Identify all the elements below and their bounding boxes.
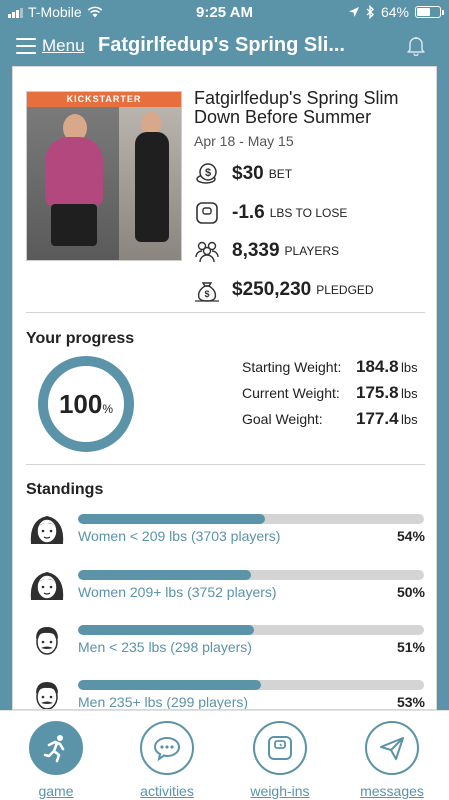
challenge-photo[interactable]: KICKSTARTER <box>26 91 182 261</box>
tab-weigh-ins[interactable]: weigh-ins <box>240 721 320 799</box>
stat-pledged: $ $250,230 PLEDGED <box>194 275 374 305</box>
man-avatar-icon <box>36 682 58 709</box>
send-icon[interactable] <box>365 721 419 775</box>
svg-text:$: $ <box>205 167 211 179</box>
standing-label: Men 235+ lbs (299 players) <box>78 694 249 710</box>
progress-heading: Your progress <box>26 330 135 347</box>
standing-row[interactable]: Men 235+ lbs (299 players) 53% <box>26 676 425 710</box>
tab-activities[interactable]: activities <box>127 721 207 799</box>
money-bag-icon: $ <box>195 282 219 302</box>
challenge-dates: Apr 18 - May 15 <box>194 133 294 149</box>
standing-row[interactable]: Women 209+ lbs (3752 players) 50% <box>26 566 425 606</box>
pledged-value: $250,230 <box>232 279 312 300</box>
divider <box>26 312 425 313</box>
stat-players: 8,339 PLAYERS <box>194 236 339 266</box>
bell-icon[interactable] <box>405 34 427 56</box>
lose-label: LBS TO LOSE <box>269 206 348 220</box>
tab-game[interactable]: game <box>16 721 96 799</box>
standing-percent: 51% <box>396 639 425 655</box>
battery-percent: 64% <box>380 4 409 20</box>
divider <box>26 464 425 465</box>
tab-label[interactable]: activities <box>127 783 207 799</box>
standing-label: Men < 235 lbs (298 players) <box>78 639 252 655</box>
goal-weight-row: Goal Weight: 177.4 lbs <box>242 409 425 435</box>
status-bar: T-Mobile 9:25 AM 64% <box>0 0 449 26</box>
starting-weight-value: 184.8 <box>356 357 399 376</box>
weight-unit: lbs <box>401 360 418 375</box>
standing-bar-fill <box>78 514 265 524</box>
man-avatar-icon <box>36 627 58 655</box>
bluetooth-icon <box>366 5 374 19</box>
standing-percent: 54% <box>396 528 425 544</box>
weight-unit: lbs <box>401 386 418 401</box>
standing-row[interactable]: Women < 209 lbs (3703 players) 54% <box>26 510 425 550</box>
standing-bar <box>78 570 424 580</box>
challenge-title: Fatgirlfedup's Spring Slim Down Before S… <box>194 88 399 127</box>
players-label: PLAYERS <box>284 244 340 258</box>
standing-bar-fill <box>78 625 255 635</box>
weight-summary: Starting Weight: 184.8 lbs Current Weigh… <box>242 357 425 435</box>
battery-icon <box>415 6 444 18</box>
kickstarter-banner: KICKSTARTER <box>27 92 181 107</box>
standing-bar-fill <box>78 680 262 690</box>
tab-label[interactable]: game <box>16 783 96 799</box>
nav-bar: Menu Fatgirlfedup's Spring Sli... <box>0 26 449 66</box>
tab-messages[interactable]: messages <box>352 721 432 799</box>
bet-label: BET <box>268 167 293 181</box>
page-title: Fatgirlfedup's Spring Sli... <box>98 34 345 56</box>
woman-avatar-icon <box>30 572 64 600</box>
bet-value: $30 <box>232 163 264 184</box>
chat-bubble-icon[interactable] <box>140 721 194 775</box>
location-icon <box>348 7 359 17</box>
standing-percent: 50% <box>396 584 425 600</box>
tab-bar: game activities weigh-ins messages <box>0 710 449 800</box>
stat-weight-loss: -1.6 LBS TO LOSE <box>194 198 347 228</box>
scale-icon[interactable] <box>253 721 307 775</box>
menu-link[interactable]: Menu <box>42 36 85 56</box>
starting-weight-row: Starting Weight: 184.8 lbs <box>242 357 425 383</box>
starting-weight-label: Starting Weight: <box>242 359 342 375</box>
current-weight-value: 175.8 <box>356 383 399 402</box>
standing-bar <box>78 625 424 635</box>
goal-weight-value: 177.4 <box>356 409 399 428</box>
hamburger-menu-icon[interactable] <box>16 38 36 54</box>
battery-fill <box>417 8 431 16</box>
content-card: KICKSTARTER Fatgirlfedup's Spring Slim D… <box>12 66 437 710</box>
current-weight-row: Current Weight: 175.8 lbs <box>242 383 425 409</box>
standings-heading: Standings <box>26 481 104 498</box>
stat-bet: $ $30 BET <box>194 159 292 189</box>
tab-label[interactable]: weigh-ins <box>240 783 320 799</box>
standing-percent: 53% <box>396 694 425 710</box>
lose-value: -1.6 <box>232 202 265 223</box>
players-icon <box>195 241 219 263</box>
goal-weight-label: Goal Weight: <box>242 411 323 427</box>
weight-unit: lbs <box>401 412 418 427</box>
coin-icon: $ <box>196 163 217 184</box>
standing-row[interactable]: Men < 235 lbs (298 players) 51% <box>26 621 425 661</box>
runner-icon[interactable] <box>29 721 83 775</box>
current-weight-label: Current Weight: <box>242 385 340 401</box>
standing-label: Women < 209 lbs (3703 players) <box>78 528 281 544</box>
standing-bar <box>78 514 424 524</box>
scale-icon <box>196 202 218 224</box>
progress-ring: 100% <box>38 356 134 452</box>
svg-text:$: $ <box>204 289 209 299</box>
tab-label[interactable]: messages <box>352 783 432 799</box>
standing-bar <box>78 680 424 690</box>
players-value: 8,339 <box>232 240 280 261</box>
standing-label: Women 209+ lbs (3752 players) <box>78 584 277 600</box>
pledged-label: PLEDGED <box>316 283 374 297</box>
woman-avatar-icon <box>30 516 64 544</box>
standing-bar-fill <box>78 570 251 580</box>
progress-percent: 100% <box>58 388 114 419</box>
